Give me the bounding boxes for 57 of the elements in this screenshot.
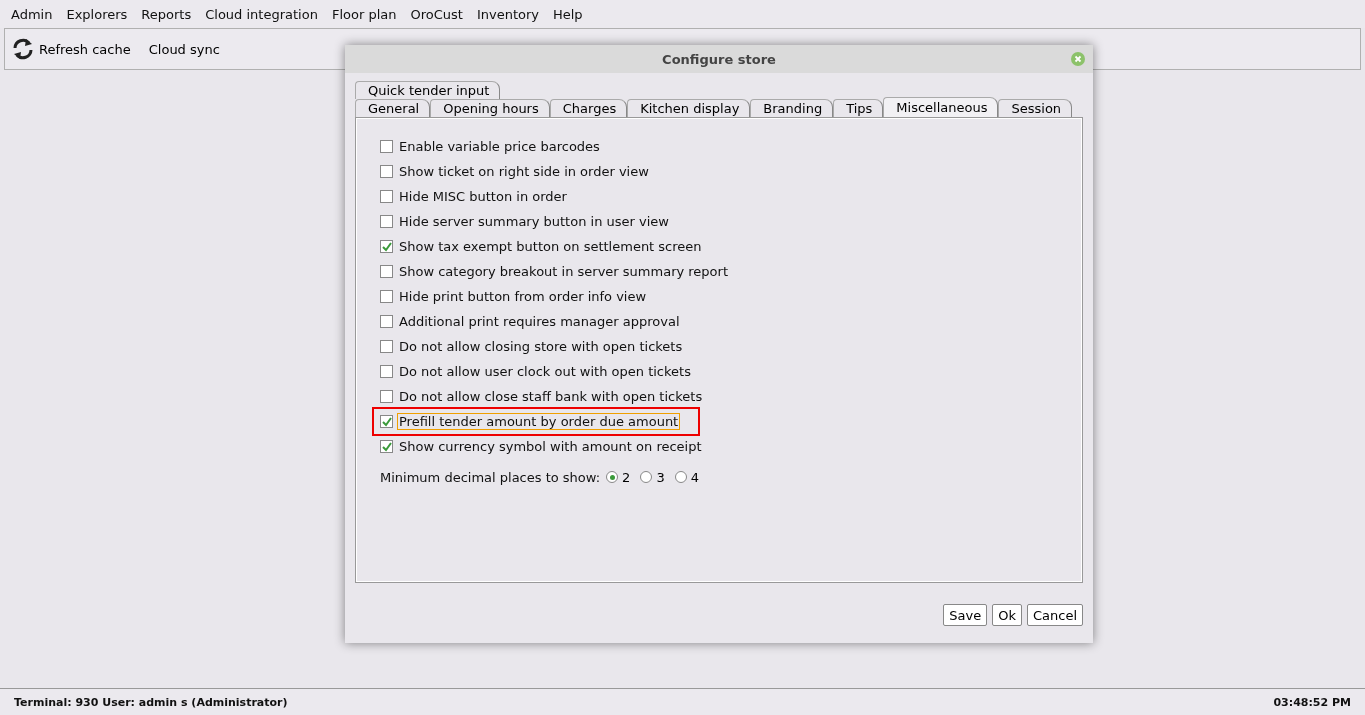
- option-label[interactable]: Show category breakout in server summary report: [397, 263, 730, 280]
- close-icon[interactable]: [1071, 52, 1085, 66]
- checkbox[interactable]: [380, 390, 393, 403]
- option-label[interactable]: Do not allow close staff bank with open tickets: [397, 388, 705, 405]
- option-label[interactable]: Additional print requires manager approval: [397, 313, 682, 330]
- dialog-button[interactable]: Save: [943, 604, 988, 626]
- option-label[interactable]: Hide print button from order info view: [397, 288, 649, 305]
- refresh-icon: [11, 37, 35, 61]
- checkbox[interactable]: [380, 315, 393, 328]
- menu-item[interactable]: Cloud integration: [198, 6, 325, 22]
- menu-item[interactable]: Inventory: [469, 6, 546, 22]
- tab[interactable]: Session: [998, 99, 1073, 117]
- tab[interactable]: Kitchen display: [627, 99, 751, 117]
- tab[interactable]: Charges: [549, 99, 628, 117]
- checkbox[interactable]: [380, 240, 393, 253]
- radio-option[interactable]: 4: [674, 469, 703, 485]
- tab[interactable]: Quick tender input: [355, 81, 501, 99]
- option-label[interactable]: Prefill tender amount by order due amount: [397, 413, 681, 430]
- menu-item[interactable]: Floor plan: [324, 6, 404, 22]
- option-label[interactable]: Do not allow closing store with open tickets: [397, 338, 685, 355]
- option-label[interactable]: Hide server summary button in user view: [397, 213, 671, 230]
- dialog-title: Configure store: [662, 51, 776, 67]
- option-label[interactable]: Show tax exempt button on settlement screen: [397, 238, 704, 255]
- tab[interactable]: Tips: [833, 99, 884, 117]
- checkbox[interactable]: [380, 165, 393, 178]
- tab[interactable]: Branding: [750, 99, 834, 117]
- checkbox[interactable]: [380, 365, 393, 378]
- dialog-button[interactable]: Cancel: [1026, 604, 1083, 626]
- option-label[interactable]: Do not allow user clock out with open tickets: [397, 363, 693, 380]
- checkbox[interactable]: [380, 340, 393, 353]
- checkbox[interactable]: [380, 290, 393, 303]
- dialog-button[interactable]: Ok: [992, 604, 1022, 626]
- option-label[interactable]: Show ticket on right side in order view: [397, 163, 651, 180]
- radio-option[interactable]: 3: [640, 469, 669, 485]
- status-text: Terminal: 930 User: admin s (Administrator): [14, 695, 288, 709]
- tab[interactable]: General: [355, 99, 431, 117]
- checkbox[interactable]: [380, 215, 393, 228]
- radio-option[interactable]: 2: [606, 469, 635, 485]
- checkbox[interactable]: [380, 140, 393, 153]
- checkbox[interactable]: [380, 190, 393, 203]
- toolbar-button[interactable]: Refresh cache: [11, 37, 131, 61]
- option-label[interactable]: Hide MISC button in order: [397, 188, 569, 205]
- tab[interactable]: Miscellaneous: [883, 97, 999, 117]
- checkbox[interactable]: [380, 265, 393, 278]
- option-label[interactable]: Show currency symbol with amount on receipt: [397, 438, 704, 455]
- menu-item[interactable]: Admin: [4, 6, 60, 22]
- clock-text: 03:48:52 PM: [1273, 695, 1351, 709]
- tab[interactable]: Opening hours: [430, 99, 550, 117]
- menu-item[interactable]: Explorers: [59, 6, 135, 22]
- checkbox[interactable]: [380, 440, 393, 453]
- toolbar-button[interactable]: Cloud sync: [148, 41, 220, 57]
- menu-item[interactable]: OroCust: [403, 6, 470, 22]
- menu-item[interactable]: Help: [546, 6, 590, 22]
- menu-item[interactable]: Reports: [134, 6, 199, 22]
- checkbox[interactable]: [380, 415, 393, 428]
- option-label[interactable]: Enable variable price barcodes: [397, 138, 602, 155]
- field-label: Minimum decimal places to show:: [380, 469, 601, 485]
